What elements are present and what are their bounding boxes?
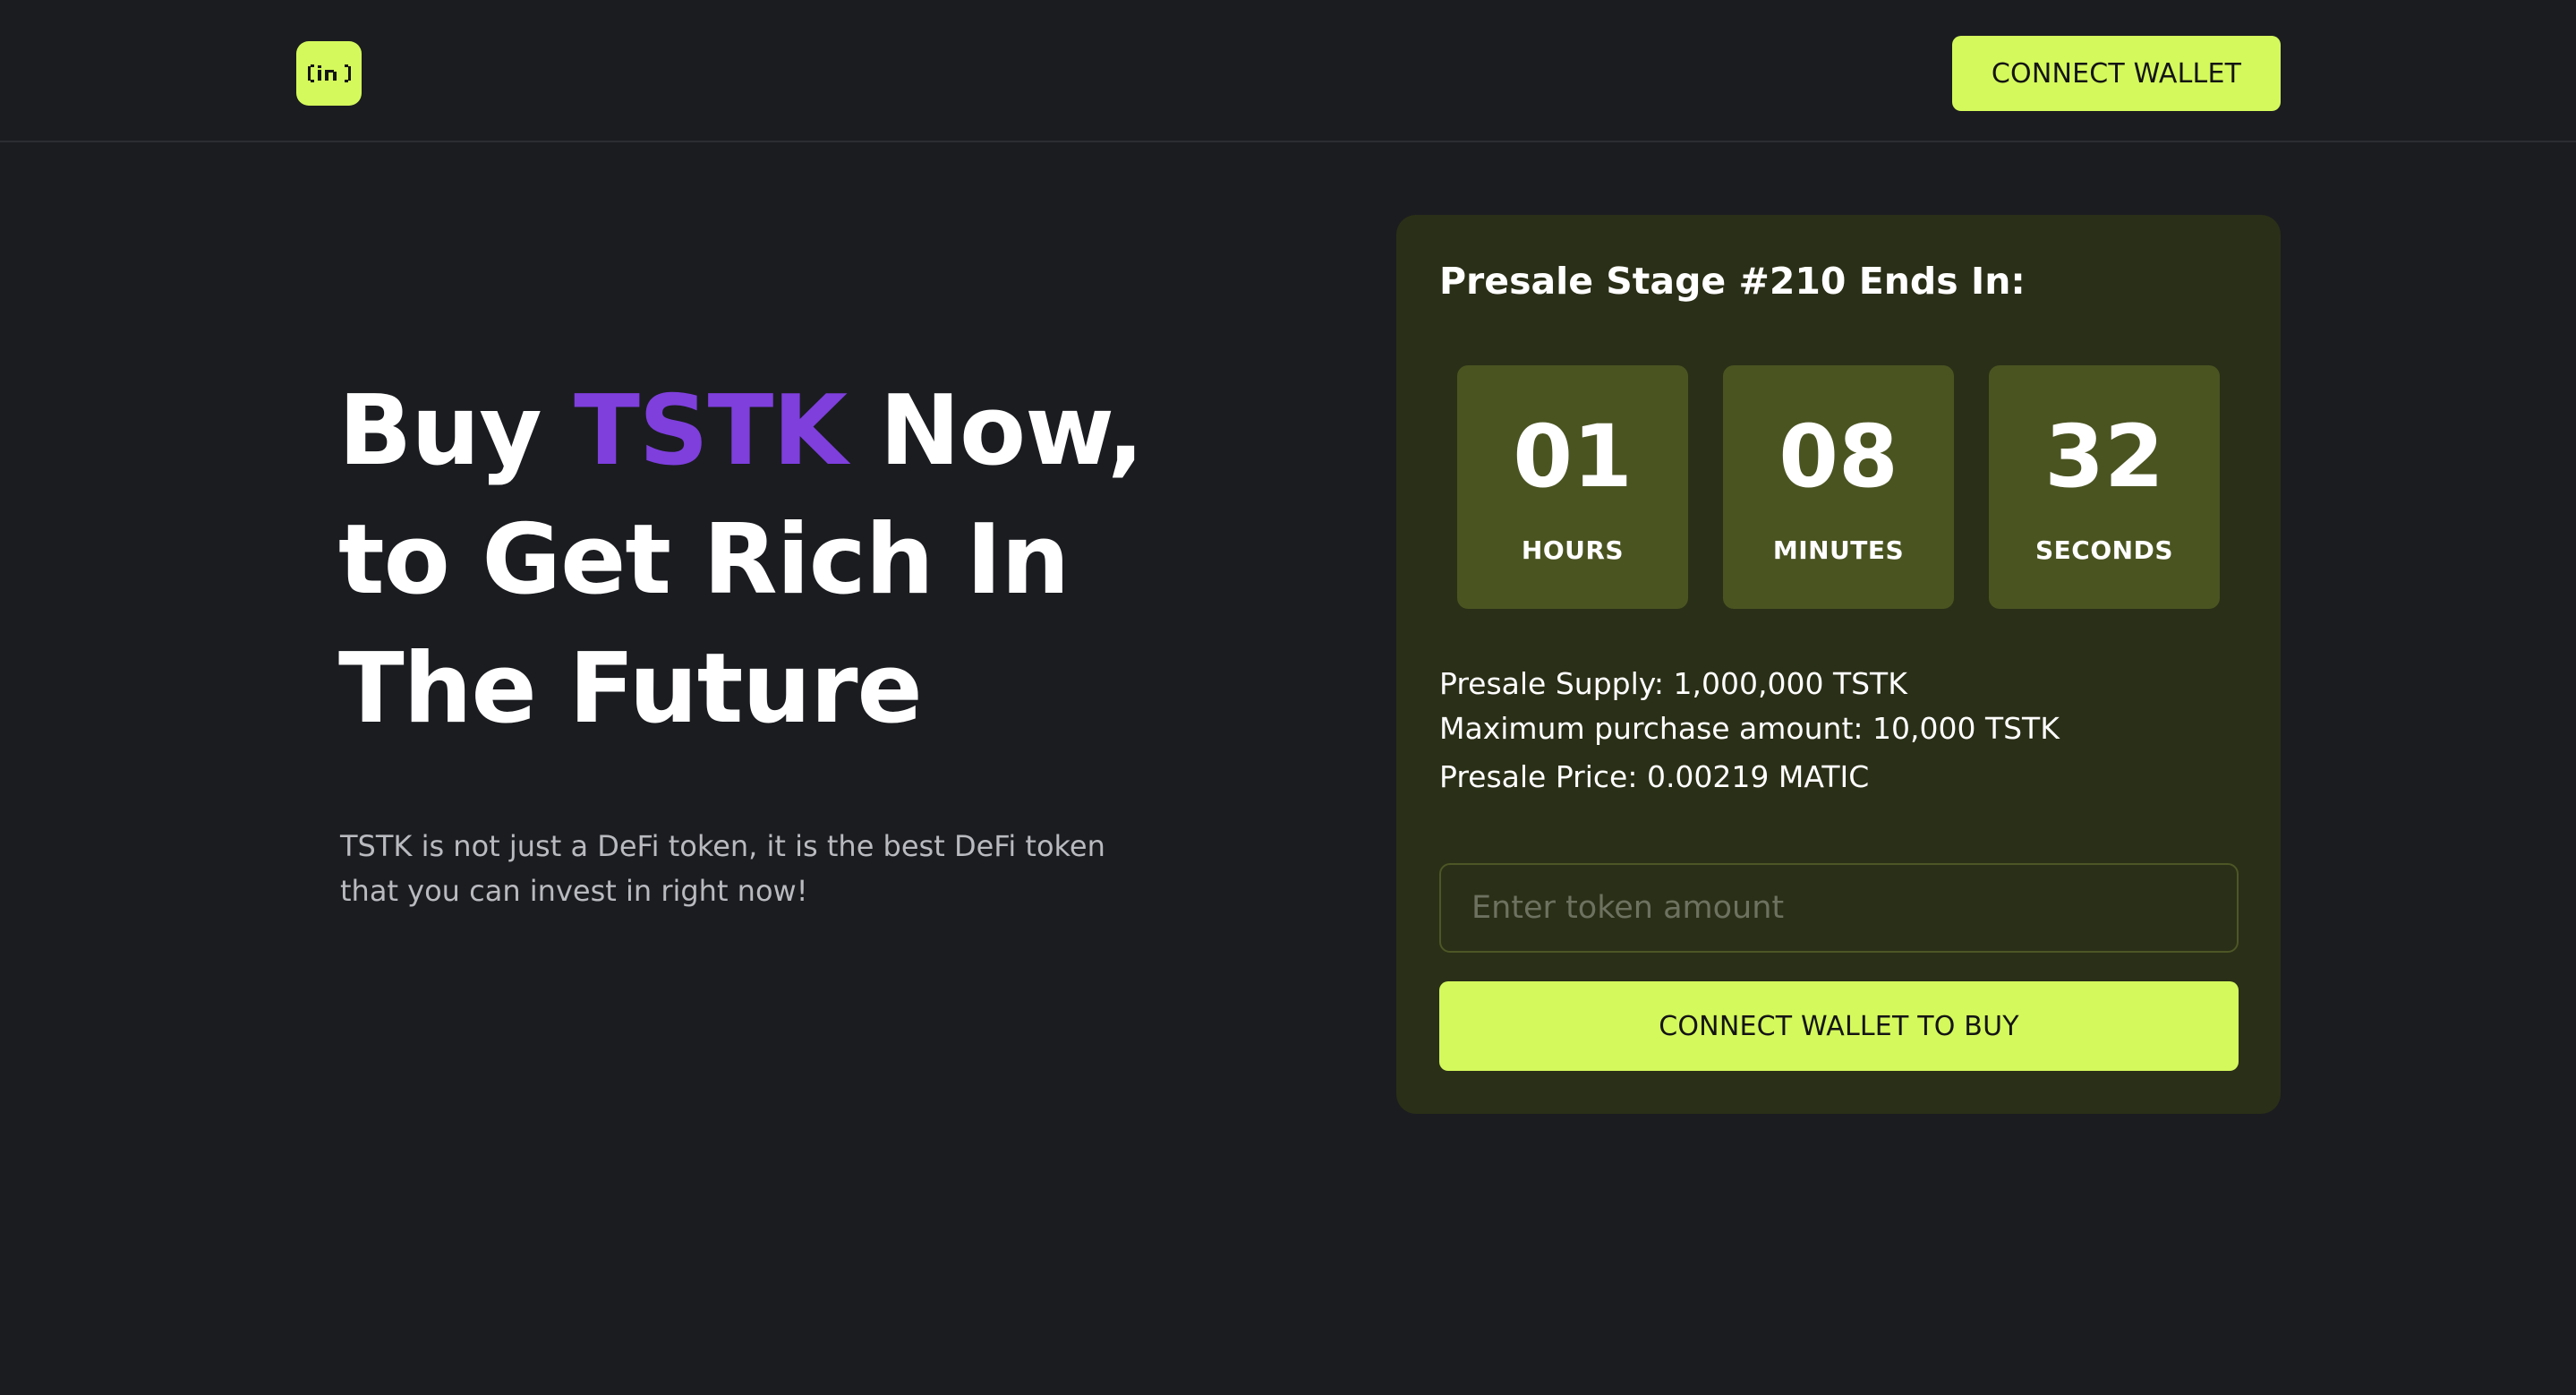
max-purchase-amount: Maximum purchase amount: 10,000 TSTK bbox=[1439, 711, 2060, 746]
presale-card: Presale Stage #210 Ends In: 01 HOURS 08 … bbox=[1396, 215, 2281, 1114]
presale-price: Presale Price: 0.00219 MATIC bbox=[1439, 759, 1870, 794]
connect-wallet-to-buy-button[interactable]: CONNECT WALLET TO BUY bbox=[1439, 981, 2239, 1071]
countdown-label: MINUTES bbox=[1772, 535, 1905, 565]
countdown-value: 01 bbox=[1513, 407, 1633, 507]
countdown-value: 32 bbox=[2044, 407, 2164, 507]
presale-supply: Presale Supply: 1,000,000 TSTK bbox=[1439, 666, 1907, 701]
in-logo-icon bbox=[307, 64, 351, 82]
hero-title-line2: to Get Rich In bbox=[338, 504, 1070, 616]
countdown-label: HOURS bbox=[1521, 535, 1625, 565]
countdown-hours: 01 HOURS bbox=[1457, 365, 1688, 609]
hero-title-suffix: Now, bbox=[847, 375, 1144, 487]
countdown-minutes: 08 MINUTES bbox=[1723, 365, 1954, 609]
countdown-value: 08 bbox=[1778, 407, 1898, 507]
hero-title-prefix: Buy bbox=[338, 375, 575, 487]
connect-wallet-button[interactable]: CONNECT WALLET bbox=[1952, 36, 2281, 111]
hero-title-token: TSTK bbox=[574, 375, 848, 487]
countdown-label: SECONDS bbox=[2035, 535, 2173, 565]
hero-title-line3: The Future bbox=[338, 633, 923, 745]
presale-title: Presale Stage #210 Ends In: bbox=[1439, 260, 2026, 303]
token-amount-input[interactable] bbox=[1439, 863, 2239, 953]
top-navbar: CONNECT WALLET bbox=[0, 0, 2576, 142]
countdown-seconds: 32 SECONDS bbox=[1989, 365, 2220, 609]
logo[interactable] bbox=[296, 41, 362, 106]
hero-title: Buy TSTK Now, to Get Rich In The Future bbox=[338, 367, 1144, 754]
hero-subtitle: TSTK is not just a DeFi token, it is the… bbox=[340, 829, 1105, 908]
